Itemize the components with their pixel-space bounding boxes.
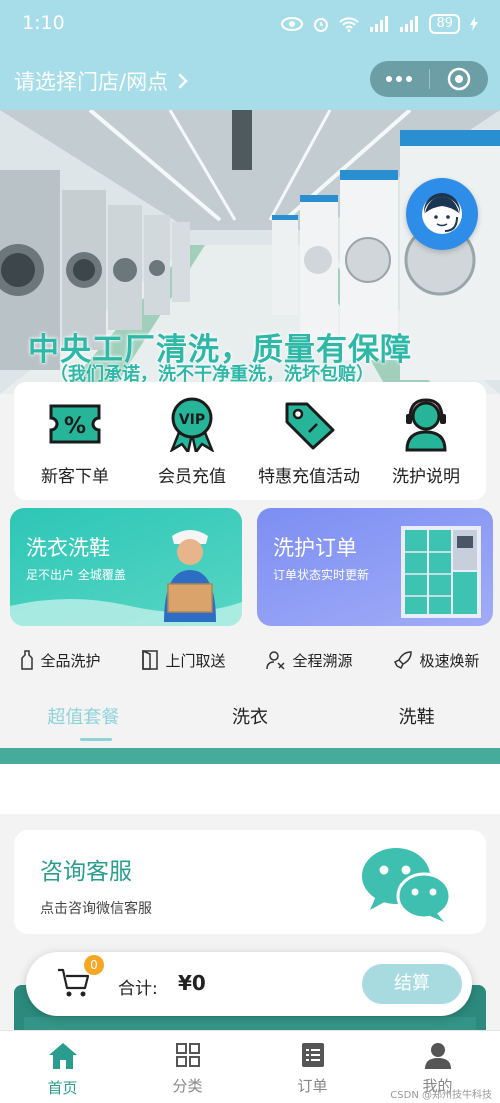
feature-item: 全品洗护 (20, 650, 101, 671)
wechat-icon (362, 848, 452, 922)
vip-badge-icon: VIP (169, 397, 215, 452)
quick-item-new-order[interactable]: % 新客下单 (16, 396, 134, 487)
nav-orders[interactable]: 订单 (250, 1031, 375, 1103)
total-label: 合计: (118, 979, 158, 999)
svg-text:VIP: VIP (179, 412, 205, 428)
consult-subtitle: 点击咨询微信客服 (40, 901, 152, 917)
feature-item: 上门取送 (141, 650, 226, 671)
total-value: ¥0 (178, 971, 206, 995)
svg-text:%: % (64, 414, 86, 439)
feature-item: 极速焕新 (393, 650, 480, 671)
quick-item-label: 新客下单 (41, 467, 109, 487)
feature-label: 全程溯源 (292, 651, 353, 670)
feature-label: 全品洗护 (40, 651, 101, 670)
close-program-button[interactable] (430, 61, 489, 97)
package-tabs: 超值套餐 洗衣 洗鞋 (0, 690, 500, 746)
coupon-percent-icon: % (49, 404, 101, 444)
customer-service-float-button[interactable] (406, 178, 478, 250)
bottle-icon (21, 650, 34, 670)
alarm-icon (314, 18, 329, 32)
wash-card-subtitle: 足不出户 全城覆盖 (26, 568, 126, 582)
price-tag-icon (285, 402, 335, 450)
feature-strip: 全品洗护 上门取送 全程溯源 极速焕新 (0, 640, 500, 680)
eye-icon (281, 17, 304, 31)
package-list-panel (0, 764, 500, 814)
quick-item-label: 特惠充值活动 (258, 467, 360, 487)
store-select-label: 请选择门店/网点 (14, 70, 169, 94)
active-tab-indicator (80, 738, 112, 741)
store-select[interactable]: 请选择门店/网点 (14, 66, 188, 96)
delivery-man-illustration (164, 530, 216, 622)
rocket-icon (394, 651, 413, 670)
signal-icon (400, 16, 419, 32)
status-time: 1:10 (22, 12, 65, 34)
wash-card[interactable]: 洗衣洗鞋 足不出户 全城覆盖 (10, 508, 242, 626)
quick-menu: % 新客下单 VIP 会员充值 特惠充值活动 洗护说明 (14, 382, 486, 500)
wash-card-title: 洗衣洗鞋 (26, 536, 110, 560)
locker-illustration (401, 526, 481, 618)
grid-icon (175, 1043, 200, 1067)
more-button[interactable] (370, 61, 429, 97)
nav-label: 订单 (297, 1077, 328, 1095)
battery-indicator: 89 (429, 14, 460, 34)
chevron-right-icon (178, 73, 188, 89)
charging-icon (470, 17, 478, 31)
quick-item-label: 会员充值 (158, 467, 226, 487)
nav-label: 分类 (172, 1077, 203, 1095)
cart-count-badge: 0 (84, 955, 104, 975)
nav-category[interactable]: 分类 (125, 1031, 250, 1103)
quick-item-special-recharge[interactable]: 特惠充值活动 (250, 396, 368, 487)
agent-avatar-icon (422, 193, 462, 234)
more-dots-icon (386, 76, 413, 82)
person-trace-icon (266, 651, 286, 670)
content-divider (0, 748, 500, 764)
user-icon (424, 1043, 451, 1069)
order-card[interactable]: 洗护订单 订单状态实时更新 (257, 508, 493, 626)
quick-item-label: 洗护说明 (392, 467, 460, 487)
tab-shoes[interactable]: 洗鞋 (333, 690, 500, 746)
consult-service-card[interactable]: 咨询客服 点击咨询微信客服 (14, 830, 486, 934)
mini-program-capsule (370, 61, 488, 97)
source-watermark: CSDN @郑州技牛科技 (390, 1090, 492, 1101)
status-icons: 89 (281, 14, 478, 34)
order-card-title: 洗护订单 (273, 536, 357, 560)
feature-label: 上门取送 (165, 651, 226, 670)
consult-title: 咨询客服 (40, 859, 132, 885)
list-icon (301, 1043, 324, 1067)
quick-item-care-guide[interactable]: 洗护说明 (367, 396, 485, 487)
nav-home[interactable]: 首页 (0, 1031, 125, 1103)
feature-label: 极速焕新 (419, 651, 480, 670)
target-icon (447, 67, 470, 91)
wifi-icon (339, 17, 360, 32)
signal-icon (370, 16, 389, 32)
order-card-subtitle: 订单状态实时更新 (273, 568, 370, 582)
tab-laundry[interactable]: 洗衣 (167, 690, 334, 746)
feature-item: 全程溯源 (266, 650, 353, 671)
checkout-button[interactable]: 结算 (362, 964, 462, 1004)
nav-label: 首页 (47, 1079, 78, 1097)
customer-service-icon (405, 398, 447, 452)
home-icon (48, 1043, 77, 1069)
door-icon (142, 650, 159, 670)
cart-bar: 0 合计: ¥0 结算 (26, 952, 472, 1016)
quick-item-vip-recharge[interactable]: VIP 会员充值 (133, 396, 251, 487)
